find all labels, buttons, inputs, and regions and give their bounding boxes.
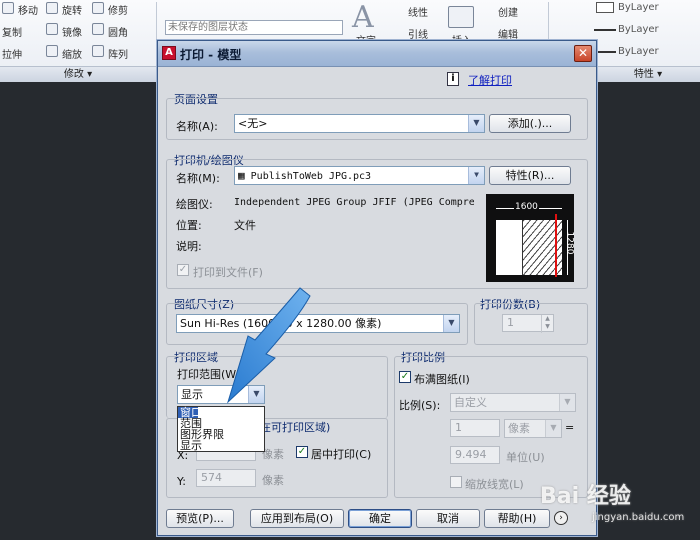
scale-label: 比例(S): <box>399 399 441 412</box>
fit-to-paper-checkbox[interactable]: ✓ <box>399 371 411 383</box>
preview-sheet <box>496 220 562 275</box>
scale-unit-combo[interactable]: 像素 ▼ <box>504 419 562 438</box>
preview-button[interactable]: 预览(P)... <box>166 509 234 528</box>
scale-lineweights-checkbox[interactable] <box>450 476 462 488</box>
plotter-value: Independent JPEG Group JFIF (JPEG Compre… <box>234 197 474 208</box>
ribbon-array[interactable]: 阵列 <box>108 46 128 61</box>
scale-lineweights-label[interactable]: 缩放线宽(L) <box>465 476 524 492</box>
ribbon-mirror[interactable]: 镜像 <box>62 24 82 39</box>
chevron-down-icon[interactable]: ▼ <box>545 420 561 437</box>
printer-properties-button[interactable]: 特性(R)... <box>489 166 571 185</box>
plot-offset-label: 在可打印区域) <box>260 421 331 434</box>
baidu-watermark-url: jingyan.baidu.com <box>592 512 685 523</box>
array-icon[interactable] <box>92 45 104 57</box>
linetype-bylayer[interactable]: ByLayer <box>588 22 698 37</box>
scale-value1-input[interactable]: 1 <box>450 419 500 437</box>
units-label: 单位(U) <box>506 451 545 464</box>
offset-x-unit: 像素 <box>262 448 284 461</box>
chevron-down-icon[interactable]: ▼ <box>559 394 575 411</box>
fillet-icon[interactable] <box>92 23 104 35</box>
print-to-file-checkbox[interactable]: ✓ <box>177 264 189 276</box>
ribbon-leader[interactable]: 引线 <box>408 26 428 41</box>
page-setup-name-combo[interactable]: <无> ▼ <box>234 114 485 133</box>
preview-margin-line <box>555 214 557 277</box>
learn-plot-link[interactable]: 了解打印 <box>468 72 512 88</box>
apply-to-layout-button[interactable]: 应用到布局(O) <box>250 509 344 528</box>
description-label: 说明: <box>176 240 202 253</box>
preview-width: 1600 <box>514 202 539 212</box>
plot-range-combo[interactable]: 显示 ▼ <box>177 385 265 404</box>
ribbon-copy[interactable]: 复制 <box>2 24 22 39</box>
preview-height: 1280 <box>564 231 575 255</box>
help-button[interactable]: 帮助(H) <box>484 509 550 528</box>
chevron-down-icon[interactable]: ▼ <box>443 315 459 332</box>
text-icon[interactable]: A <box>352 0 374 35</box>
offset-y-unit: 像素 <box>262 474 284 487</box>
add-page-setup-button[interactable]: 添加(.)... <box>489 114 571 133</box>
paper-preview: 1600 1280 <box>486 194 574 282</box>
scale-combo[interactable]: 自定义 ▼ <box>450 393 576 412</box>
ribbon-fillet[interactable]: 圆角 <box>108 24 128 39</box>
location-value: 文件 <box>234 219 256 232</box>
close-button[interactable]: ✕ <box>574 45 592 62</box>
offset-y-input[interactable]: 574 <box>196 469 256 487</box>
copies-spinner[interactable]: ▲ ▼ <box>541 315 553 333</box>
chevron-down-icon[interactable]: ▼ <box>468 167 484 184</box>
chevron-down-icon[interactable]: ▼ <box>248 386 264 403</box>
plot-range-dropdown: 窗口 范围 图形界限 显示 <box>177 406 265 452</box>
plot-dialog: A 打印 - 模型 ✕ i 了解打印 页面设置 名称(A): <无> ▼ 添加(… <box>157 40 597 536</box>
dialog-title: 打印 - 模型 <box>180 48 242 62</box>
ribbon-scale[interactable]: 缩放 <box>62 46 82 61</box>
rotate-icon[interactable] <box>46 2 58 14</box>
baidu-watermark: Bai 经验 <box>540 484 631 509</box>
page-setup-name-label: 名称(A): <box>176 120 218 133</box>
insert-block-icon[interactable] <box>448 6 474 28</box>
cancel-button[interactable]: 取消 <box>416 509 480 528</box>
expand-options-icon[interactable]: › <box>554 511 568 525</box>
color-bylayer[interactable]: ByLayer <box>588 0 698 15</box>
ribbon-create[interactable]: 创建 <box>498 4 518 19</box>
autocad-icon: A <box>162 46 176 60</box>
layer-state-combo[interactable]: 未保存的图层状态 <box>165 20 343 35</box>
title-bar[interactable]: A 打印 - 模型 ✕ <box>158 41 596 67</box>
ribbon-move[interactable]: 移动 <box>18 2 38 17</box>
copies-input[interactable]: 1 ▲ ▼ <box>502 314 554 333</box>
plotter-icon: ▦ <box>238 169 245 182</box>
ribbon-stretch[interactable]: 拉伸 <box>2 46 22 61</box>
group-title-modify[interactable]: 修改 ▾ <box>0 66 156 82</box>
ribbon-linear[interactable]: 线性 <box>408 4 428 19</box>
print-to-file-label[interactable]: 打印到文件(F) <box>193 264 263 280</box>
ribbon-trim[interactable]: 修剪 <box>108 2 128 17</box>
chevron-down-icon[interactable]: ▼ <box>468 115 484 132</box>
ribbon-edit[interactable]: 编辑 <box>498 26 518 41</box>
paper-size-combo[interactable]: Sun Hi-Res (1600.00 x 1280.00 像素) ▼ <box>176 314 460 333</box>
plotter-label: 绘图仪: <box>176 198 213 211</box>
lineweight-bylayer[interactable]: ByLayer <box>588 44 698 59</box>
printer-name-combo[interactable]: ▦ PublishToWeb JPG.pc3 ▼ <box>234 166 485 185</box>
move-icon[interactable] <box>2 2 14 14</box>
offset-y-label: Y: <box>177 475 186 488</box>
trim-icon[interactable] <box>92 2 104 14</box>
mirror-icon[interactable] <box>46 23 58 35</box>
fit-to-paper-label[interactable]: 布满图纸(I) <box>414 371 470 387</box>
center-plot-label[interactable]: 居中打印(C) <box>311 446 371 462</box>
ok-button[interactable]: 确定 <box>348 509 412 528</box>
group-title-properties[interactable]: 特性 ▾ <box>596 66 700 82</box>
plot-range-label: 打印范围(W): <box>177 368 245 381</box>
location-label: 位置: <box>176 219 202 232</box>
scale-icon[interactable] <box>46 45 58 57</box>
ribbon-rotate[interactable]: 旋转 <box>62 2 82 17</box>
equals-sign: = <box>565 421 575 434</box>
info-icon: i <box>447 72 459 86</box>
printer-name-label: 名称(M): <box>176 172 220 185</box>
center-plot-checkbox[interactable]: ✓ <box>296 446 308 458</box>
scale-value2-input[interactable]: 9.494 <box>450 446 500 464</box>
option-display[interactable]: 显示 <box>178 440 264 451</box>
